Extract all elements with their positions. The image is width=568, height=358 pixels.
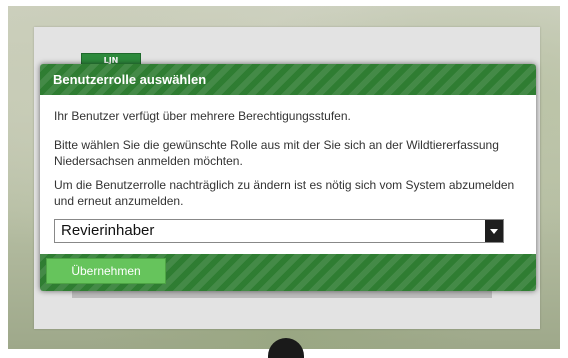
info-text-change-role: Um die Benutzerrolle nachträglich zu änd… bbox=[54, 178, 515, 208]
role-select[interactable]: Revierinhaber bbox=[54, 219, 504, 243]
dialog-body: Ihr Benutzer verfügt über mehrere Berech… bbox=[40, 95, 536, 255]
apply-button[interactable]: Übernehmen bbox=[46, 258, 166, 284]
role-select-value: Revierinhaber bbox=[61, 222, 155, 239]
role-selection-dialog: Benutzerrolle auswählen Ihr Benutzer ver… bbox=[40, 64, 536, 291]
info-text-levels: Ihr Benutzer verfügt über mehrere Berech… bbox=[54, 109, 351, 123]
dialog-title: Benutzerrolle auswählen bbox=[53, 72, 207, 87]
chevron-down-icon[interactable] bbox=[485, 220, 503, 242]
info-text-choose-role: Bitte wählen Sie die gewünschte Rolle au… bbox=[54, 138, 499, 168]
dialog-footer: Übernehmen bbox=[40, 254, 536, 291]
dialog-title-bar: Benutzerrolle auswählen bbox=[40, 64, 536, 95]
